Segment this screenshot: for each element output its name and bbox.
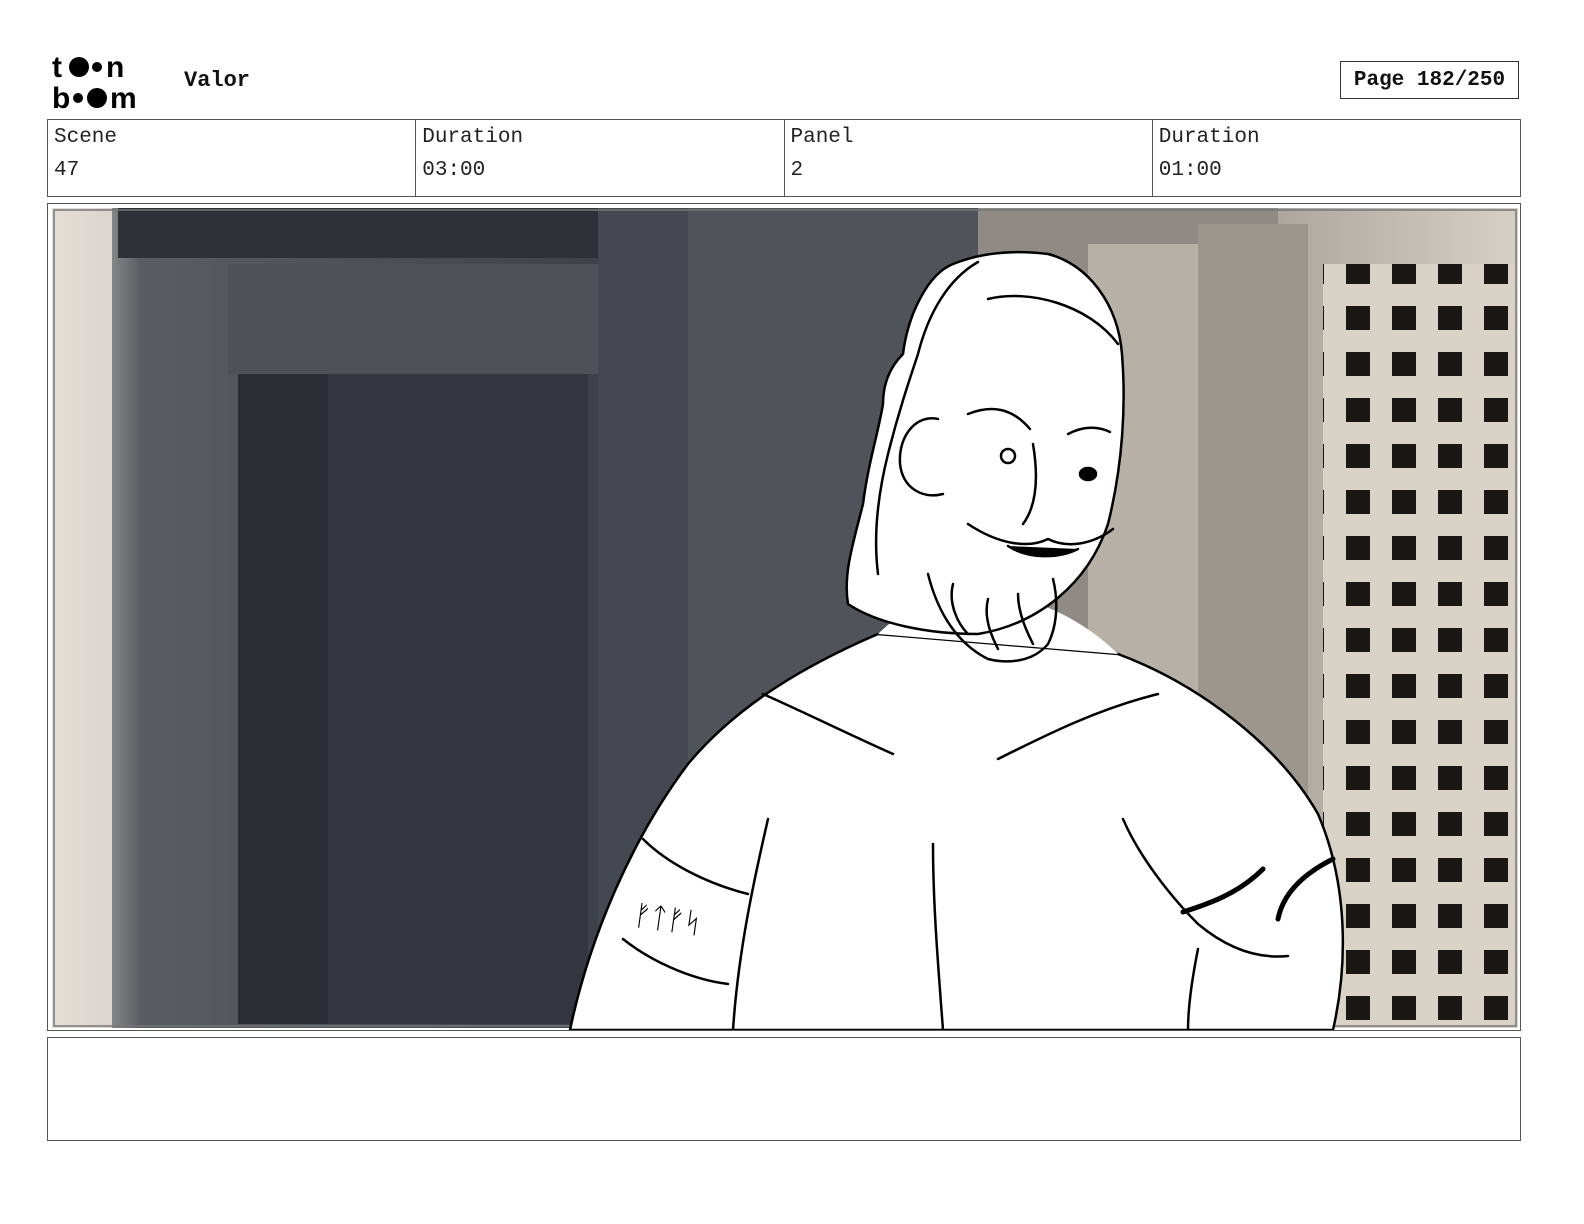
panel-duration-value: 01:00: [1158, 159, 1222, 182]
svg-text:n: n: [106, 51, 124, 84]
scene-label: Scene: [54, 126, 118, 149]
svg-text:b: b: [52, 82, 70, 114]
panel-label: Panel: [790, 126, 854, 149]
panel-cell: Panel 2: [785, 120, 1153, 196]
svg-text:m: m: [110, 82, 137, 114]
panel-artwork: ᚠᛏᚠᛋ: [52, 208, 1518, 1030]
svg-text:t: t: [52, 51, 62, 84]
toon-boom-logo: t n b m: [52, 50, 164, 115]
scene-info-table: Scene 47 Duration 03:00 Panel 2 Duration…: [47, 119, 1521, 197]
scene-value: 47: [54, 159, 80, 182]
page-indicator: Page 182/250: [1340, 61, 1519, 99]
scene-duration-label: Duration: [422, 126, 524, 149]
panel-value: 2: [790, 159, 804, 182]
panel-duration-cell: Duration 01:00: [1153, 120, 1520, 196]
scene-duration-value: 03:00: [422, 159, 486, 182]
scene-cell: Scene 47: [48, 120, 417, 196]
storyboard-panel: ᚠᛏᚠᛋ: [47, 203, 1521, 1031]
project-title: Valor: [184, 68, 251, 93]
panel-duration-label: Duration: [1158, 126, 1260, 149]
scene-duration-cell: Duration 03:00: [416, 120, 785, 196]
lattice-screen: [1323, 264, 1518, 1028]
panel-notes-box: [47, 1037, 1521, 1141]
